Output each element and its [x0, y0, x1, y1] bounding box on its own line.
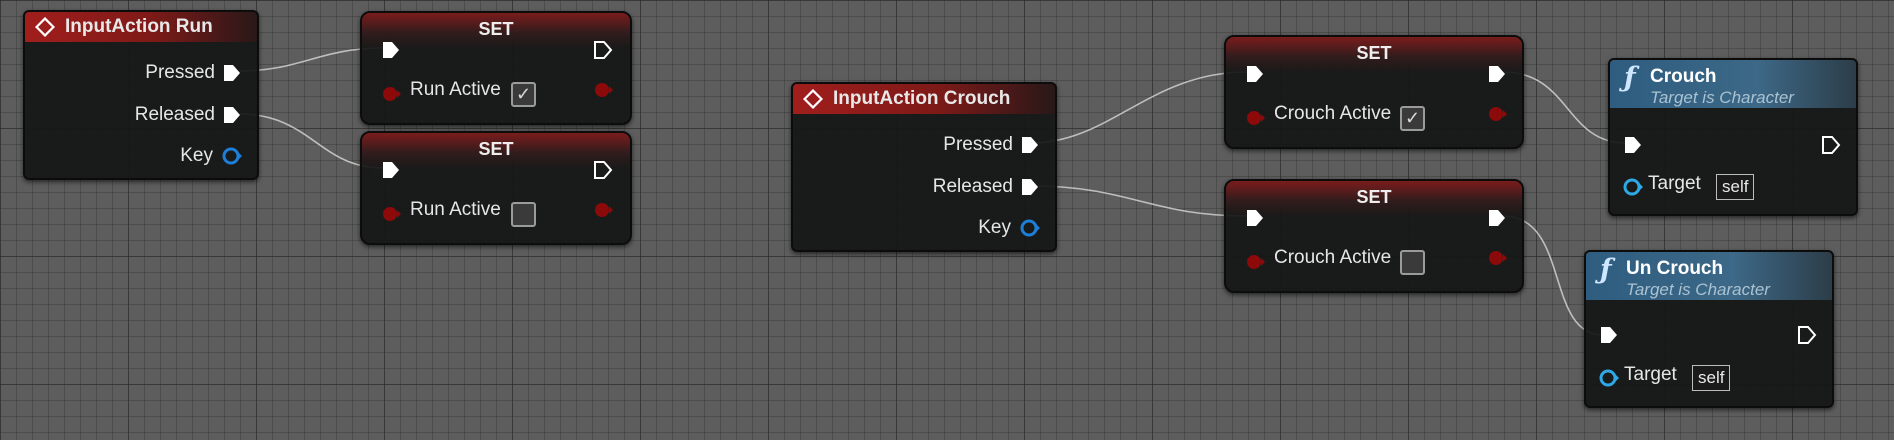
bool-in-pin-icon[interactable]	[380, 203, 402, 225]
set-node-run-active-false[interactable]: SET Run Active	[360, 131, 632, 245]
value-checkbox[interactable]: ✓	[511, 82, 536, 107]
exec-out-pin-icon[interactable]	[592, 159, 614, 181]
bool-in-pin-icon[interactable]	[1244, 107, 1266, 129]
function-title: Crouch	[1650, 66, 1717, 87]
wire-crouch-released[interactable]	[1030, 185, 1248, 217]
wire-crouch-pressed[interactable]	[1030, 71, 1248, 144]
set-node-crouch-active-false[interactable]: SET Crouch Active	[1224, 179, 1524, 293]
exec-out-pin-icon[interactable]	[1019, 134, 1041, 156]
exec-out-pin-icon[interactable]	[1796, 324, 1818, 346]
event-node-crouch[interactable]: InputAction Crouch Pressed Released Key	[791, 82, 1057, 252]
function-f-icon: ƒ	[1624, 62, 1636, 93]
event-header: InputAction Crouch	[793, 84, 1055, 114]
exec-out-pin-icon[interactable]	[592, 39, 614, 61]
released-label: Released	[134, 104, 215, 125]
key-label: Key	[180, 145, 213, 166]
event-title: InputAction Run	[65, 16, 213, 37]
function-subtitle: Target is Character	[1650, 88, 1794, 107]
value-checkbox[interactable]: ✓	[1400, 106, 1425, 131]
bool-in-pin-icon[interactable]	[1244, 251, 1266, 273]
exec-out-pin-icon[interactable]	[221, 104, 243, 126]
event-node-run[interactable]: InputAction Run Pressed Released Key	[23, 10, 259, 180]
variable-label: Crouch Active	[1274, 103, 1392, 124]
target-self-field[interactable]: self	[1692, 365, 1731, 391]
pressed-label: Pressed	[145, 62, 215, 83]
value-checkbox[interactable]	[1400, 250, 1425, 275]
exec-out-pin-icon[interactable]	[1019, 176, 1041, 198]
set-header: SET	[362, 133, 630, 169]
set-node-crouch-active-true[interactable]: SET Crouch Active ✓	[1224, 35, 1524, 149]
key-label: Key	[978, 217, 1011, 238]
function-header: ƒ Un Crouch Target is Character	[1586, 252, 1832, 300]
pressed-label: Pressed	[943, 134, 1013, 155]
target-pin-icon[interactable]	[1622, 176, 1644, 198]
bool-out-pin-icon[interactable]	[592, 199, 614, 221]
exec-in-pin-icon[interactable]	[1622, 134, 1644, 156]
exec-in-pin-icon[interactable]	[1598, 324, 1620, 346]
exec-in-pin-icon[interactable]	[380, 39, 402, 61]
target-self-field[interactable]: self	[1716, 174, 1755, 200]
bool-in-pin-icon[interactable]	[380, 83, 402, 105]
target-pin-icon[interactable]	[1598, 367, 1620, 389]
exec-out-pin-icon[interactable]	[221, 62, 243, 84]
set-header: SET	[362, 13, 630, 49]
key-pin-icon[interactable]	[221, 145, 243, 167]
variable-label: Run Active	[410, 199, 501, 220]
function-f-icon: ƒ	[1600, 254, 1612, 285]
released-label: Released	[932, 176, 1013, 197]
key-pin-icon[interactable]	[1019, 217, 1041, 239]
exec-in-pin-icon[interactable]	[1244, 207, 1266, 229]
event-diamond-icon	[35, 17, 55, 37]
bool-out-pin-icon[interactable]	[592, 79, 614, 101]
target-label: Target	[1648, 173, 1701, 194]
event-title: InputAction Crouch	[833, 88, 1011, 109]
function-title: Un Crouch	[1626, 258, 1724, 279]
function-node-uncrouch[interactable]: ƒ Un Crouch Target is Character Target s…	[1584, 250, 1834, 408]
function-header: ƒ Crouch Target is Character	[1610, 60, 1856, 108]
event-header: InputAction Run	[25, 12, 257, 42]
function-node-crouch[interactable]: ƒ Crouch Target is Character Target self	[1608, 58, 1858, 216]
exec-out-pin-icon[interactable]	[1486, 207, 1508, 229]
bool-out-pin-icon[interactable]	[1486, 103, 1508, 125]
variable-label: Crouch Active	[1274, 247, 1392, 268]
target-label: Target	[1624, 364, 1677, 385]
exec-out-pin-icon[interactable]	[1486, 63, 1508, 85]
exec-out-pin-icon[interactable]	[1820, 134, 1842, 156]
set-header: SET	[1226, 181, 1522, 217]
function-subtitle: Target is Character	[1626, 280, 1770, 299]
bool-out-pin-icon[interactable]	[1486, 247, 1508, 269]
variable-label: Run Active	[410, 79, 501, 100]
set-header: SET	[1226, 37, 1522, 73]
set-node-run-active-true[interactable]: SET Run Active ✓	[360, 11, 632, 125]
exec-in-pin-icon[interactable]	[380, 159, 402, 181]
exec-in-pin-icon[interactable]	[1244, 63, 1266, 85]
event-diamond-icon	[803, 89, 823, 109]
value-checkbox[interactable]	[511, 202, 536, 227]
